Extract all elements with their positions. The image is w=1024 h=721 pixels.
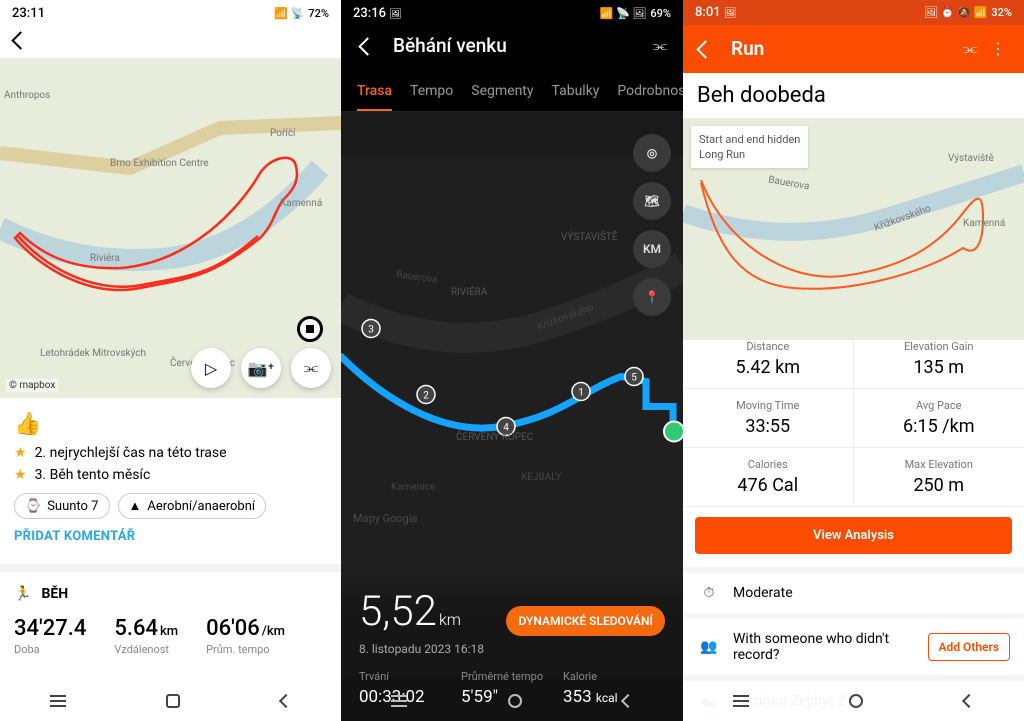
page-title: Run [731, 37, 956, 60]
recents-icon[interactable] [733, 700, 749, 702]
more-icon[interactable]: ⋮ [984, 39, 1012, 58]
clock: 23:16 [353, 6, 386, 21]
svg-text:1: 1 [578, 388, 584, 399]
status-bar: 23:11 📶 📡 72% [0, 0, 341, 26]
with-others-row[interactable]: 👥With someone who didn't record?Add Othe… [683, 619, 1024, 675]
back-nav-icon[interactable] [621, 694, 635, 708]
add-comment-link[interactable]: PŘIDAT KOMENTÁŘ [14, 529, 327, 544]
people-icon: 👥 [697, 639, 721, 655]
svg-text:2: 2 [423, 391, 429, 402]
map-note: Start and end hidden Long Run [691, 126, 808, 169]
locate-icon[interactable]: ◎ [633, 134, 671, 172]
back-icon[interactable] [357, 36, 377, 56]
camera-icon[interactable]: 📷⁺ [241, 348, 281, 388]
status-bar: 23:16 🖼 📶 📡 🖼 69% [341, 0, 683, 26]
phone-suunto: 23:11 📶 📡 72% Anthropos Brno Exhibition … [0, 0, 341, 721]
stat-calories: Calories476 Cal [683, 448, 854, 507]
tab-tempo[interactable]: Tempo [410, 75, 453, 111]
activity-name: Beh doobeda [683, 73, 1024, 118]
map-area[interactable]: Anthropos Brno Exhibition Centre Riviéra… [0, 58, 341, 398]
workout-type-tag[interactable]: ▲Aerobní/anaerobní [118, 493, 267, 519]
runner-icon: 🏃 [14, 586, 31, 602]
achievement-row[interactable]: ★2. nejrychlejší čas na této trase [14, 445, 327, 461]
clock: 8:01 [695, 5, 721, 20]
stat-pace: 06'06/kmPrům. tempo [206, 616, 285, 656]
back-icon[interactable] [10, 30, 30, 50]
stats-grid: Distance5.42 km Elevation Gain135 m Movi… [683, 330, 1024, 507]
stat-duration: 34'27.4Doba [14, 616, 86, 656]
tab-bar: Trasa Tempo Segmenty Tabulky Podrobnosti [341, 65, 683, 112]
svg-text:5: 5 [631, 373, 637, 384]
tab-trasa[interactable]: Trasa [357, 75, 392, 111]
map-attrib: Mapy Google [341, 512, 417, 525]
effort-row[interactable]: ⏱Moderate [683, 573, 1024, 613]
back-nav-icon[interactable] [279, 694, 293, 708]
map-area[interactable]: Start and end hidden Long Run Bauerova K… [683, 118, 1024, 330]
stat-distance: 5.64kmVzdálenost [114, 616, 178, 656]
add-others-button[interactable]: Add Others [928, 633, 1010, 661]
home-icon[interactable] [508, 694, 522, 708]
home-icon[interactable] [166, 694, 180, 708]
android-navbar[interactable] [0, 681, 341, 721]
gauge-icon: ⏱ [697, 585, 721, 601]
status-icons: 📶 📡 72% [274, 7, 329, 20]
home-icon[interactable] [849, 694, 863, 708]
tab-tabulky[interactable]: Tabulky [552, 75, 600, 111]
activity-date: 8. listopadu 2023 16:18 [359, 642, 665, 656]
section-header: 🏃BĚH [0, 564, 341, 612]
star-icon: ★ [14, 467, 27, 483]
status-icons: 🖼 ⏰ 🔕 📶 32% [924, 6, 1012, 19]
status-bar: 8:01 🖼 🖼 ⏰ 🔕 📶 32% [683, 0, 1024, 25]
status-icons: 📶 📡 🖼 69% [600, 7, 671, 20]
android-navbar[interactable] [341, 681, 683, 721]
app-header: Run ⫘ ⋮ [683, 25, 1024, 73]
view-analysis-button[interactable]: View Analysis [695, 517, 1012, 554]
map-area[interactable]: 3 2 4 1 5 VÝSTAVIŠTĚ RIVIÉRA ČERVENÝ KOP… [341, 112, 683, 721]
back-nav-icon[interactable] [962, 694, 976, 708]
tab-segmenty[interactable]: Segmenty [471, 75, 533, 111]
triangle-icon: ▲ [129, 498, 142, 514]
watch-icon: ⌚ [25, 499, 41, 514]
star-icon: ★ [14, 445, 27, 461]
stat-moving-time: Moving Time33:55 [683, 389, 854, 448]
phone-strava: 8:01 🖼 🖼 ⏰ 🔕 📶 32% Run ⫘ ⋮ Beh doobeda S… [683, 0, 1024, 721]
km-toggle[interactable]: KM [633, 230, 671, 268]
distance-value: 5,52 [359, 587, 437, 636]
share-icon[interactable]: ⫘ [956, 39, 984, 59]
svg-text:3: 3 [368, 325, 374, 336]
stat-avg-pace: Avg Pace6:15 /km [854, 389, 1024, 448]
thumbs-up-icon[interactable]: 👍 [14, 412, 327, 437]
play-button[interactable]: ▷ [191, 348, 231, 388]
stop-marker-icon [297, 316, 323, 342]
page-title: Běhání venku [393, 34, 637, 57]
layers-icon[interactable]: 🗺 [633, 182, 671, 220]
android-navbar[interactable] [683, 681, 1024, 721]
mapbox-attrib: © mapbox [6, 379, 58, 392]
phone-huawei-health: 23:16 🖼 📶 📡 🖼 69% Běhání venku ⫘ Trasa T… [341, 0, 683, 721]
share-icon[interactable]: ⫘ [653, 36, 667, 56]
share-icon[interactable]: ⫘ [291, 348, 331, 388]
clock: 23:11 [12, 6, 45, 21]
recents-icon[interactable] [391, 700, 407, 702]
topbar [0, 26, 341, 58]
achievement-row[interactable]: ★3. Běh tento měsíc [14, 467, 327, 483]
dynamic-tracking-button[interactable]: DYNAMICKÉ SLEDOVÁNÍ [506, 606, 665, 636]
back-icon[interactable] [695, 39, 715, 59]
recents-icon[interactable] [50, 700, 66, 702]
pin-icon[interactable]: 📍 [633, 278, 671, 316]
device-tag[interactable]: ⌚Suunto 7 [14, 493, 110, 519]
tab-podrobnosti[interactable]: Podrobnosti [617, 75, 683, 111]
stat-max-elevation: Max Elevation250 m [854, 448, 1024, 507]
